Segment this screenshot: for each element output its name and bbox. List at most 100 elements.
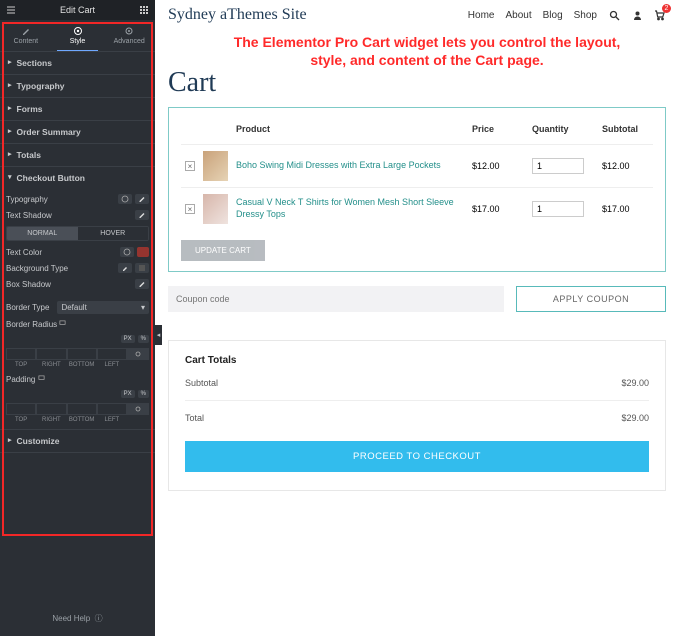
label-padding: Padding bbox=[6, 375, 45, 384]
user-icon[interactable] bbox=[631, 9, 643, 21]
edit-typography-icon[interactable] bbox=[135, 194, 149, 204]
section-order-summary[interactable]: Order Summary bbox=[0, 121, 155, 143]
label-text-shadow: Text Shadow bbox=[6, 211, 52, 220]
section-sections[interactable]: Sections bbox=[0, 52, 155, 74]
unit-percent[interactable]: % bbox=[138, 335, 149, 343]
item-subtotal: $17.00 bbox=[598, 188, 653, 231]
item-price: $12.00 bbox=[468, 145, 528, 188]
link-icon[interactable] bbox=[127, 403, 149, 415]
pencil-icon bbox=[21, 26, 31, 36]
menu-icon[interactable] bbox=[6, 5, 16, 15]
page-title: Cart bbox=[168, 67, 666, 99]
label-typography: Typography bbox=[6, 195, 48, 204]
remove-item-button[interactable]: × bbox=[185, 161, 195, 171]
border-type-value: Default bbox=[61, 303, 86, 312]
link-icon[interactable] bbox=[127, 348, 149, 360]
help-icon: ⓘ bbox=[92, 614, 102, 623]
bg-classic-icon[interactable] bbox=[118, 263, 132, 273]
sidebar-tabs: Content Style Advanced bbox=[0, 20, 155, 52]
site-brand[interactable]: Sydney aThemes Site bbox=[168, 6, 307, 24]
elementor-sidebar: Edit Cart Content Style Advanced Section… bbox=[0, 0, 155, 636]
product-thumbnail[interactable] bbox=[203, 151, 228, 181]
globe-icon[interactable] bbox=[118, 194, 132, 204]
section-customize[interactable]: Customize bbox=[0, 430, 155, 452]
label-text-color: Text Color bbox=[6, 248, 42, 257]
padding-inputs[interactable] bbox=[6, 403, 149, 415]
cart-icon[interactable]: 2 bbox=[654, 9, 666, 21]
item-subtotal: $12.00 bbox=[598, 145, 653, 188]
collapse-sidebar-icon[interactable]: ◂ bbox=[155, 325, 162, 345]
coupon-input[interactable] bbox=[168, 286, 504, 312]
tab-label: Advanced bbox=[114, 38, 145, 45]
cart-table: Product Price Quantity Subtotal × Boho S… bbox=[181, 118, 653, 230]
apply-coupon-button[interactable]: APPLY COUPON bbox=[516, 286, 666, 312]
gear-icon bbox=[124, 26, 134, 36]
product-link[interactable]: Boho Swing Midi Dresses with Extra Large… bbox=[236, 160, 441, 170]
nav-home[interactable]: Home bbox=[468, 10, 495, 21]
label-border-radius: Border Radius bbox=[6, 320, 66, 329]
sidebar-title: Edit Cart bbox=[60, 5, 95, 15]
nav-about[interactable]: About bbox=[505, 10, 531, 21]
label-box-shadow: Box Shadow bbox=[6, 280, 51, 289]
search-icon[interactable] bbox=[608, 9, 620, 21]
col-quantity: Quantity bbox=[528, 118, 598, 145]
nav-blog[interactable]: Blog bbox=[543, 10, 563, 21]
need-help-link[interactable]: Need Help ⓘ bbox=[0, 601, 155, 636]
chevron-down-icon: ▾ bbox=[141, 303, 145, 312]
primary-nav: Home About Blog Shop 2 bbox=[468, 9, 666, 21]
text-color-swatch[interactable] bbox=[137, 247, 149, 257]
subtotal-value: $29.00 bbox=[621, 378, 649, 388]
unit-percent[interactable]: % bbox=[138, 390, 149, 398]
proceed-checkout-button[interactable]: PROCEED TO CHECKOUT bbox=[185, 441, 649, 472]
section-typography[interactable]: Typography bbox=[0, 75, 155, 97]
remove-item-button[interactable]: × bbox=[185, 204, 195, 214]
quantity-input[interactable] bbox=[532, 158, 584, 174]
unit-px[interactable]: PX bbox=[121, 335, 135, 343]
state-toggle[interactable]: NORMAL HOVER bbox=[6, 226, 149, 241]
checkout-button-panel: Typography Text Shadow NORMAL HOVER Text… bbox=[0, 189, 155, 429]
product-thumbnail[interactable] bbox=[203, 194, 228, 224]
unit-px[interactable]: PX bbox=[121, 390, 135, 398]
nav-shop[interactable]: Shop bbox=[574, 10, 597, 21]
quantity-input[interactable] bbox=[532, 201, 584, 217]
tab-content[interactable]: Content bbox=[0, 20, 52, 51]
cart-totals: Cart Totals Subtotal $29.00 Total $29.00 P… bbox=[168, 340, 666, 491]
tab-label: Content bbox=[14, 38, 39, 45]
cart-panel: Product Price Quantity Subtotal × Boho S… bbox=[168, 107, 666, 272]
coupon-row: APPLY COUPON bbox=[168, 286, 666, 312]
edit-text-shadow-icon[interactable] bbox=[135, 210, 149, 220]
total-label: Total bbox=[185, 413, 204, 423]
tab-label: Style bbox=[70, 38, 86, 45]
site-header: Sydney aThemes Site Home About Blog Shop… bbox=[168, 6, 666, 30]
state-normal[interactable]: NORMAL bbox=[7, 227, 78, 240]
style-icon bbox=[73, 26, 83, 36]
state-hover[interactable]: HOVER bbox=[78, 227, 149, 240]
section-totals[interactable]: Totals bbox=[0, 144, 155, 166]
product-link[interactable]: Casual V Neck T Shirts for Women Mesh Sh… bbox=[236, 197, 454, 219]
col-product: Product bbox=[232, 118, 468, 145]
bg-gradient-icon[interactable] bbox=[135, 263, 149, 273]
col-subtotal: Subtotal bbox=[598, 118, 653, 145]
label-border-type: Border Type bbox=[6, 303, 49, 312]
section-forms[interactable]: Forms bbox=[0, 98, 155, 120]
page-preview: Sydney aThemes Site Home About Blog Shop… bbox=[155, 0, 680, 636]
border-radius-inputs[interactable] bbox=[6, 348, 149, 360]
apps-icon[interactable] bbox=[139, 5, 149, 15]
update-cart-button[interactable]: UPDATE CART bbox=[181, 240, 265, 261]
table-row: × Boho Swing Midi Dresses with Extra Lar… bbox=[181, 145, 653, 188]
tab-style[interactable]: Style bbox=[52, 20, 104, 51]
section-checkout-button[interactable]: Checkout Button bbox=[0, 167, 155, 189]
label-bg-type: Background Type bbox=[6, 264, 68, 273]
col-price: Price bbox=[468, 118, 528, 145]
border-type-select[interactable]: Default ▾ bbox=[57, 301, 149, 314]
cart-badge: 2 bbox=[662, 4, 671, 13]
annotation-text: The Elementor Pro Cart widget lets you c… bbox=[168, 30, 666, 71]
edit-box-shadow-icon[interactable] bbox=[135, 279, 149, 289]
total-value: $29.00 bbox=[621, 413, 649, 423]
globe-icon[interactable] bbox=[120, 247, 134, 257]
tab-advanced[interactable]: Advanced bbox=[103, 20, 155, 51]
subtotal-label: Subtotal bbox=[185, 378, 218, 388]
sidebar-header: Edit Cart bbox=[0, 0, 155, 20]
totals-heading: Cart Totals bbox=[185, 355, 649, 366]
table-row: × Casual V Neck T Shirts for Women Mesh … bbox=[181, 188, 653, 231]
